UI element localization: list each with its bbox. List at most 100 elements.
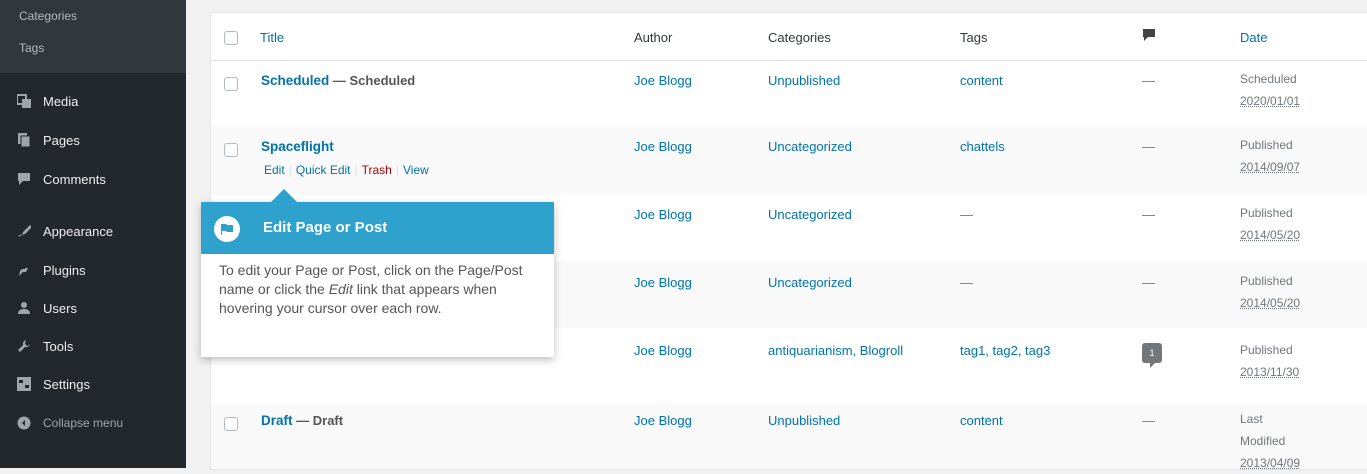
category-link[interactable]: antiquarianism, Blogroll <box>768 343 903 358</box>
trash-link[interactable]: Trash <box>362 163 392 177</box>
row-actions: Edit | Quick Edit | Trash | View <box>264 163 429 177</box>
author-link[interactable]: Joe Blogg <box>634 275 692 290</box>
sidebar-item-tools[interactable]: Tools <box>0 331 186 361</box>
date-status: Published <box>1240 343 1293 357</box>
date-value: 2013/04/09 <box>1240 456 1301 470</box>
date-value: 2013/11/30 <box>1240 365 1300 379</box>
sidebar-item-label: Collapse menu <box>43 416 124 430</box>
comment-count: — <box>1142 413 1155 428</box>
post-state: — Scheduled <box>332 73 416 88</box>
sidebar-item-comments[interactable]: Comments <box>0 164 186 194</box>
sidebar-item-pages[interactable]: Pages <box>0 125 186 155</box>
column-date[interactable]: Date <box>1240 30 1267 45</box>
help-pointer: Edit Page or Post To edit your Page or P… <box>201 189 554 357</box>
author-link[interactable]: Joe Blogg <box>634 343 692 358</box>
category-link[interactable]: Uncategorized <box>768 275 852 290</box>
post-state: — Draft <box>296 413 344 428</box>
quick-edit-link[interactable]: Quick Edit <box>296 163 351 177</box>
plugins-icon <box>17 263 31 277</box>
date-value: 2014/05/20 <box>1240 296 1301 310</box>
category-link[interactable]: Unpublished <box>768 413 840 428</box>
view-link[interactable]: View <box>403 163 429 177</box>
post-title: Spaceflight <box>261 139 334 154</box>
category-link[interactable]: Uncategorized <box>768 139 852 154</box>
separator: | <box>288 163 292 177</box>
author-link[interactable]: Joe Blogg <box>634 139 692 154</box>
post-title-link[interactable]: Spaceflight <box>261 139 334 154</box>
author-link[interactable]: Joe Blogg <box>634 73 692 88</box>
tag-link[interactable]: chattels <box>960 139 1005 154</box>
sidebar-item-label: Appearance <box>43 223 114 239</box>
submenu-tags[interactable]: Tags <box>19 41 44 55</box>
comment-count: — <box>1142 139 1155 154</box>
sidebar-item-users[interactable]: Users <box>0 293 186 323</box>
separator: | <box>395 163 399 177</box>
date-status: Published <box>1240 206 1293 220</box>
sidebar-item-label: Users <box>43 300 77 316</box>
pointer-body: To edit your Page or Post, click on the … <box>219 261 539 318</box>
column-title[interactable]: Title <box>260 30 284 45</box>
tag-link[interactable]: tag1, tag2, tag3 <box>960 343 1050 358</box>
row-checkbox[interactable] <box>224 143 238 157</box>
date-status: Published <box>1240 274 1293 288</box>
row-checkbox[interactable] <box>224 417 238 431</box>
post-date: Published 2014/05/20 <box>1240 202 1300 246</box>
comment-count: — <box>1142 207 1155 222</box>
date-status: Published <box>1240 138 1293 152</box>
pointer-text-emphasis: Edit <box>328 281 353 297</box>
comment-count: — <box>1142 73 1155 88</box>
sidebar-item-label: Comments <box>43 171 106 187</box>
select-all-checkbox[interactable] <box>224 31 238 45</box>
sidebar-item-settings[interactable]: Settings <box>0 369 186 399</box>
users-icon <box>17 301 31 315</box>
sidebar-item-appearance[interactable]: Appearance <box>0 216 186 246</box>
sidebar-item-label: Pages <box>43 132 80 148</box>
post-title-link[interactable]: Draft <box>261 413 293 428</box>
row-checkbox[interactable] <box>224 77 238 91</box>
date-value: 2014/09/07 <box>1240 160 1301 174</box>
sidebar-item-label: Plugins <box>43 262 86 278</box>
post-date: Published 2013/11/30 <box>1240 339 1299 383</box>
flag-icon <box>214 216 240 242</box>
table-row: Spaceflight Edit | Quick Edit | Trash | View J… <box>211 127 1367 195</box>
collapse-icon <box>17 416 31 430</box>
table-row: Scheduled — Scheduled Joe Blogg Unpublis… <box>211 61 1367 127</box>
pages-icon <box>17 133 31 147</box>
appearance-icon <box>17 224 31 238</box>
pointer-title: Edit Page or Post <box>263 219 388 236</box>
tools-icon <box>17 339 31 353</box>
post-title: Scheduled — Scheduled <box>261 73 415 88</box>
sidebar-item-media[interactable]: Media <box>0 86 186 116</box>
category-link[interactable]: Unpublished <box>768 73 840 88</box>
comments-column-icon[interactable] <box>1142 28 1156 45</box>
date-status: Last Modified <box>1240 412 1286 448</box>
comment-count: — <box>1142 275 1155 290</box>
sidebar-item-label: Tools <box>43 338 74 354</box>
author-link[interactable]: Joe Blogg <box>634 413 692 428</box>
category-link[interactable]: Uncategorized <box>768 207 852 222</box>
date-value: 2020/01/01 <box>1240 94 1301 108</box>
submenu-categories[interactable]: Categories <box>19 9 77 23</box>
author-link[interactable]: Joe Blogg <box>634 207 692 222</box>
column-tags: Tags <box>960 30 988 45</box>
tag-link[interactable]: content <box>960 413 1003 428</box>
sidebar-item-label: Settings <box>43 376 90 392</box>
media-icon <box>17 94 31 108</box>
tag-link[interactable]: content <box>960 73 1003 88</box>
tag-empty: — <box>960 207 973 222</box>
post-title: Draft — Draft <box>261 413 343 428</box>
table-row: Draft — Draft Joe Blogg Unpublished cont… <box>211 403 1367 470</box>
column-categories: Categories <box>768 30 831 45</box>
sidebar-item-plugins[interactable]: Plugins <box>0 255 186 285</box>
edit-link[interactable]: Edit <box>264 163 285 177</box>
collapse-menu-button[interactable]: Collapse menu <box>0 408 186 438</box>
settings-icon <box>17 377 31 391</box>
post-date: Last Modified 2013/04/09 <box>1240 408 1300 474</box>
date-status: Scheduled <box>1240 72 1297 86</box>
column-author: Author <box>634 30 673 45</box>
post-date: Published 2014/05/20 <box>1240 270 1300 314</box>
post-title-link[interactable]: Scheduled <box>261 73 329 88</box>
pointer-arrow <box>271 189 297 202</box>
comment-count-bubble[interactable]: 1 <box>1142 343 1162 368</box>
pointer-header: Edit Page or Post <box>201 202 554 254</box>
